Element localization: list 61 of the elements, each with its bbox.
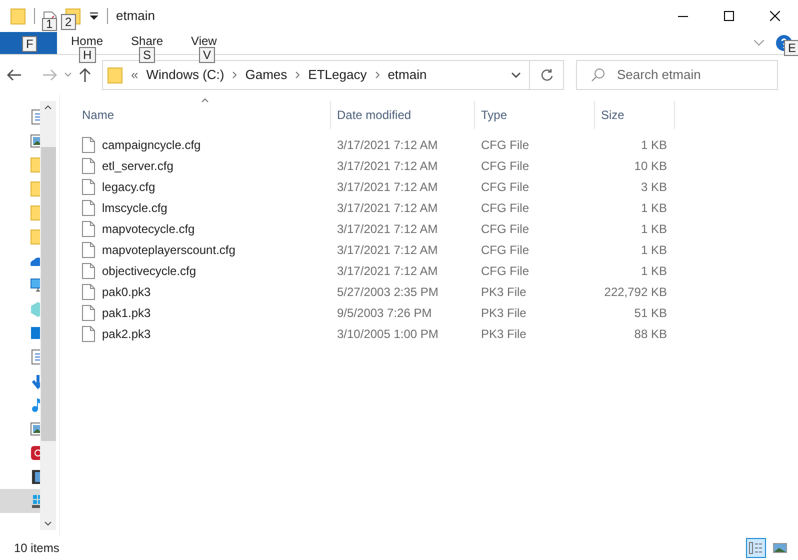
table-cell-text: PK3 File	[480, 284, 528, 300]
breadcrumb[interactable]: Games	[245, 65, 288, 85]
table-cell-text: 3/17/2021 7:12 AM	[336, 200, 439, 216]
table-cell-text: 10 KB	[633, 158, 667, 174]
table-cell-text: 3/17/2021 7:12 AM	[336, 220, 439, 238]
table-cell-text: CFG File	[480, 136, 530, 154]
table-cell-text: CFG File	[480, 242, 530, 258]
file-name[interactable]: pak2.pk3	[102, 324, 151, 342]
table-cell-text: CFG File	[480, 220, 530, 238]
file-name[interactable]: etl_server.cfg	[102, 156, 174, 174]
table-cell-text: 3/17/2021 7:12 AM	[336, 158, 439, 174]
keytip: 1	[42, 18, 57, 30]
table-cell-text: 222,792 KB	[603, 284, 667, 300]
table-cell-text: CFG File	[480, 200, 530, 216]
breadcrumb[interactable]: ETLegacy	[308, 65, 367, 85]
keytip: S	[139, 47, 156, 63]
table-cell-text: CFG File	[480, 158, 530, 174]
keytip: E	[784, 40, 798, 56]
table-cell-text: 1 KB	[640, 200, 667, 216]
item-count: 10 items	[14, 540, 60, 557]
table-cell-text: PK3 File	[480, 326, 528, 342]
table-cell-text: 88 KB	[633, 326, 667, 342]
file-name[interactable]: mapvotecycle.cfg	[102, 220, 195, 238]
breadcrumb[interactable]: etmain	[388, 65, 427, 85]
column-header[interactable]: Size	[595, 101, 675, 129]
file-name[interactable]: lmscycle.cfg	[102, 198, 168, 216]
column-header[interactable]: Name	[76, 101, 331, 129]
table-cell-text: 3/17/2021 7:12 AM	[336, 178, 439, 196]
table-cell-text: 3 KB	[640, 178, 667, 196]
window-title: etmain	[116, 7, 156, 26]
file-name[interactable]: campaigncycle.cfg	[102, 136, 201, 154]
table-cell-text: PK3 File	[480, 304, 528, 322]
table-cell-text: 3/17/2021 7:12 AM	[336, 242, 439, 258]
breadcrumb[interactable]: Windows (C:)	[146, 65, 224, 85]
table-cell-text: 1 KB	[640, 242, 667, 258]
table-cell-text: 1 KB	[640, 220, 667, 238]
table-cell-text: 3/17/2021 7:12 AM	[336, 136, 439, 154]
keytip: F	[22, 36, 38, 52]
table-cell-text: CFG File	[480, 262, 530, 280]
table-cell-text: 1 KB	[640, 136, 667, 154]
file-name[interactable]: objectivecycle.cfg	[102, 262, 196, 280]
table-cell-text: 51 KB	[633, 304, 667, 322]
search-field[interactable]: Search etmain	[576, 60, 778, 90]
keytip: H	[79, 47, 96, 63]
file-name[interactable]: mapvoteplayerscount.cfg	[102, 240, 236, 258]
file-name[interactable]: legacy.cfg	[102, 178, 156, 196]
overflow-chevron[interactable]: «	[131, 65, 138, 85]
table-cell-text: 1 KB	[640, 262, 667, 280]
table-cell-text: 5/27/2003 2:35 PM	[336, 284, 440, 300]
file-name[interactable]: pak0.pk3	[102, 282, 151, 300]
column-header[interactable]: Date modified	[331, 101, 475, 129]
keytip: 2	[61, 14, 76, 30]
table-cell-text: 3/10/2005 1:00 PM	[336, 326, 440, 342]
file-name[interactable]: pak1.pk3	[102, 304, 151, 322]
table-cell-text: 3/17/2021 7:12 AM	[336, 262, 439, 280]
table-cell-text: CFG File	[480, 178, 530, 196]
address-bar[interactable]: « Windows (C:) Games ETLegacy etmain	[102, 60, 530, 90]
search-input[interactable]: Search etmain	[617, 65, 767, 85]
column-header[interactable]: Type	[475, 101, 595, 129]
table-cell-text: 9/5/2003 7:26 PM	[336, 304, 433, 322]
keytip: V	[199, 47, 216, 63]
